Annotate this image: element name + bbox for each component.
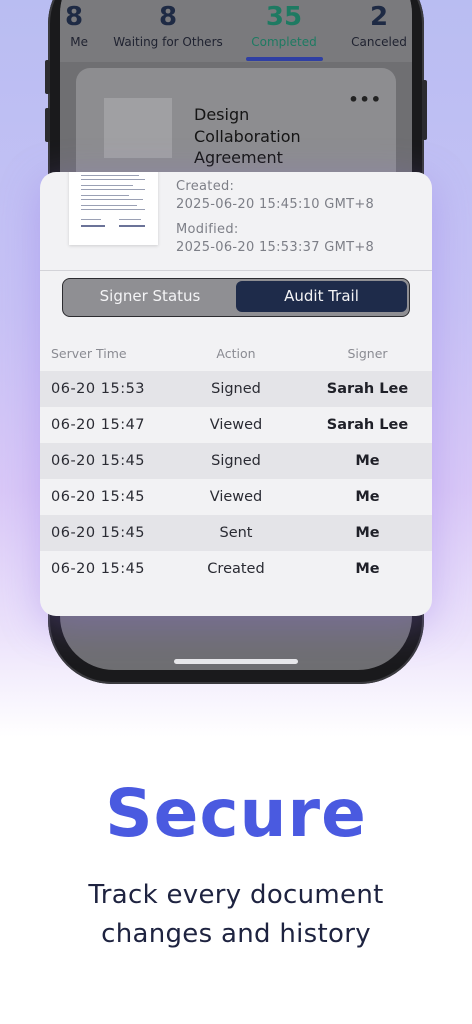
tab-me[interactable]: 8 Me — [60, 0, 88, 50]
audit-action: Signed — [211, 453, 261, 469]
tab-canceled-count: 2 — [369, 2, 389, 32]
thumb-line — [81, 179, 145, 180]
thumb-line — [81, 195, 129, 196]
home-indicator — [174, 659, 298, 664]
audit-action: Viewed — [209, 417, 263, 433]
more-horizontal-icon[interactable]: ••• — [348, 90, 382, 109]
signer-status-tab[interactable]: Signer Status — [65, 281, 235, 312]
document-thumbnail-shadow — [104, 98, 172, 158]
document-title-line: Agreement — [194, 148, 283, 167]
phone-side-button — [45, 108, 50, 142]
tab-waiting-count: 8 — [158, 2, 178, 32]
tab-me-count: 8 — [64, 2, 84, 32]
thumb-line — [81, 205, 137, 206]
audit-signer: Me — [355, 489, 380, 505]
promo-headline: Secure — [105, 775, 367, 852]
tab-active-indicator — [246, 57, 323, 61]
promo-tagline-line: changes and history — [101, 919, 371, 949]
audit-time: 06-20 15:53 — [51, 381, 146, 397]
view-segmented-control: Signer Status Audit Trail — [62, 278, 410, 317]
thumb-line — [81, 185, 133, 186]
audit-time: 06-20 15:45 — [51, 489, 146, 505]
audit-action: Sent — [219, 525, 253, 541]
thumb-line — [119, 219, 141, 220]
promo-tagline: Track every document changes and history — [0, 876, 472, 954]
thumb-signature — [81, 225, 105, 227]
audit-trail-tab[interactable]: Audit Trail — [236, 281, 407, 312]
tab-waiting-label: Waiting for Others — [113, 35, 223, 49]
tab-completed-count: 35 — [265, 2, 303, 32]
audit-time: 06-20 15:45 — [51, 561, 146, 577]
tab-waiting[interactable]: 8 Waiting for Others — [108, 0, 228, 50]
document-detail-card: Created: 2025-06-20 15:45:10 GMT+8 Modif… — [40, 172, 432, 616]
document-title-line: Design — [194, 105, 250, 124]
tab-completed-label: Completed — [251, 35, 317, 49]
created-label: Created: — [176, 179, 235, 194]
audit-signer: Me — [355, 561, 380, 577]
column-header-signer: Signer — [347, 346, 388, 361]
audit-time: 06-20 15:45 — [51, 525, 146, 541]
audit-row: 06-20 15:45 Viewed Me — [40, 479, 432, 515]
column-header-action: Action — [216, 346, 256, 361]
tab-completed[interactable]: 35 Completed — [238, 0, 330, 50]
modified-label: Modified: — [176, 222, 239, 237]
audit-signer: Me — [355, 453, 380, 469]
audit-row: 06-20 15:45 Signed Me — [40, 443, 432, 479]
thumb-line — [81, 199, 143, 200]
audit-time: 06-20 15:45 — [51, 453, 146, 469]
column-header-server-time: Server Time — [51, 346, 127, 361]
thumb-signature — [119, 225, 145, 227]
thumb-line — [81, 189, 145, 190]
tab-me-label: Me — [70, 35, 88, 49]
thumb-line — [81, 219, 101, 220]
document-title-line: Collaboration — [194, 126, 301, 146]
audit-row: 06-20 15:53 Signed Sarah Lee — [40, 371, 432, 407]
audit-row: 06-20 15:47 Viewed Sarah Lee — [40, 407, 432, 443]
divider — [40, 270, 432, 271]
thumb-line — [81, 209, 145, 210]
audit-action: Created — [207, 561, 265, 577]
audit-time: 06-20 15:47 — [51, 417, 146, 433]
created-value: 2025-06-20 15:45:10 GMT+8 — [176, 197, 375, 212]
audit-signer: Me — [355, 525, 380, 541]
audit-signer: Sarah Lee — [326, 381, 409, 397]
phone-side-button — [422, 80, 427, 140]
phone-side-button — [45, 60, 50, 94]
thumb-line — [81, 175, 139, 176]
document-thumbnail[interactable] — [69, 172, 158, 245]
audit-signer: Sarah Lee — [326, 417, 409, 433]
audit-row: 06-20 15:45 Created Me — [40, 551, 432, 587]
audit-action: Viewed — [209, 489, 263, 505]
audit-row: 06-20 15:45 Sent Me — [40, 515, 432, 551]
document-title: Design Collaboration Agreement — [194, 104, 334, 169]
tab-canceled[interactable]: 2 Canceled — [344, 0, 412, 50]
modified-value: 2025-06-20 15:53:37 GMT+8 — [176, 240, 375, 255]
audit-action: Signed — [211, 381, 261, 397]
tab-canceled-label: Canceled — [351, 35, 407, 49]
promo-tagline-line: Track every document — [88, 880, 384, 910]
